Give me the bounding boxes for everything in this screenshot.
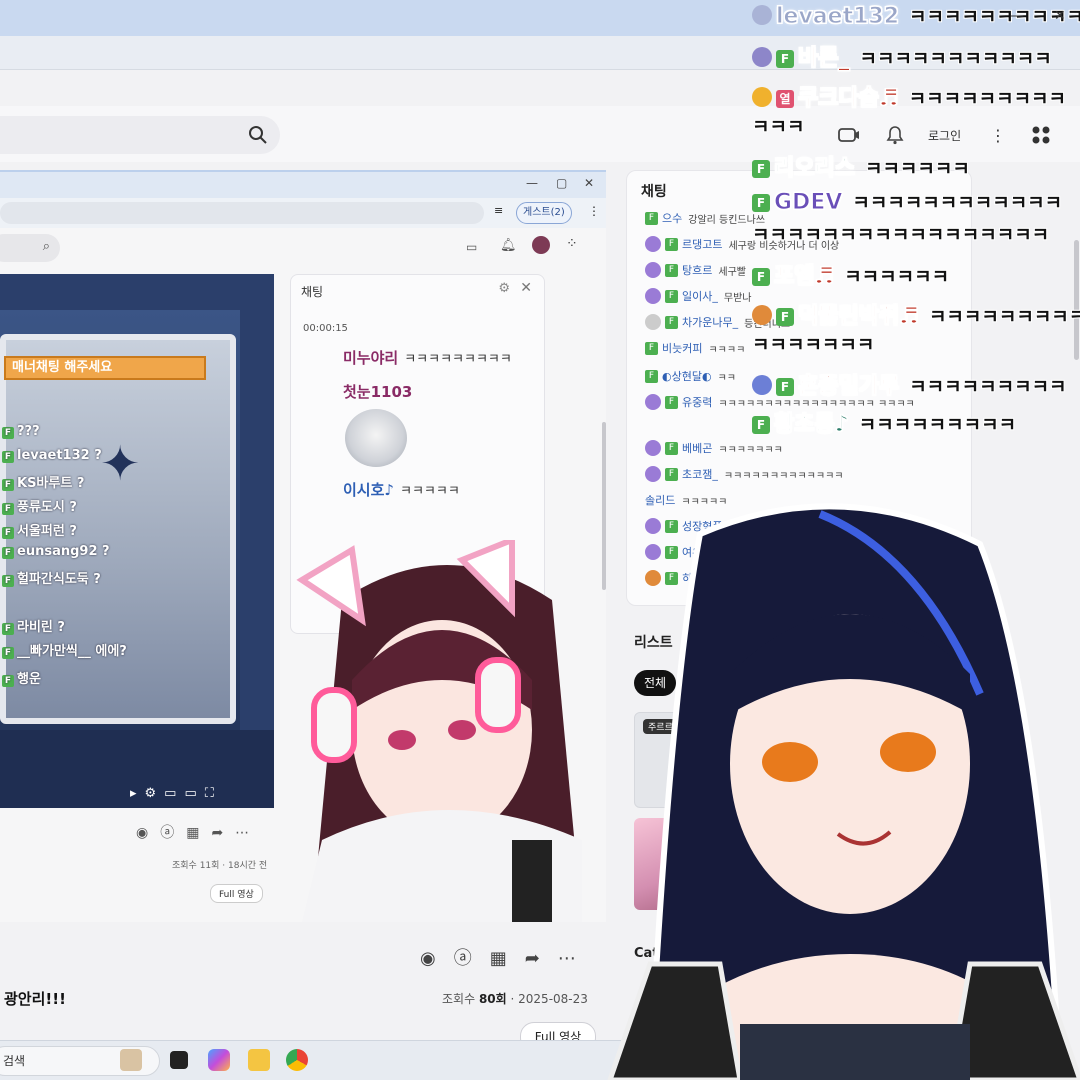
overlay-chat-line: F GDEV ㅋㅋㅋㅋㅋㅋㅋㅋㅋㅋㅋㅋ bbox=[752, 188, 1062, 216]
overlay-chat-line: 열 쿠크다슴♬ ㅋㅋㅋㅋㅋㅋㅋㅋㅋ bbox=[752, 80, 1066, 112]
chat-timestamp: 00:00:15 bbox=[303, 323, 348, 334]
video-chat-line: Flevaet132 ? bbox=[2, 448, 102, 463]
overlay-chat-continuation: ㅋㅋㅋ bbox=[752, 116, 805, 138]
chat-row[interactable]: F 탕흐르 세구빨 bbox=[645, 261, 746, 279]
chat-row[interactable]: F 베베곤 ㅋㅋㅋㅋㅋㅋㅋ bbox=[645, 439, 783, 457]
inner-chat-line: 미누야리 ㅋㅋㅋㅋㅋㅋㅋㅋㅋ bbox=[343, 349, 512, 367]
close-window-icon[interactable]: ✕ bbox=[1054, 8, 1066, 24]
taskbar-widget-icon[interactable] bbox=[120, 1049, 142, 1071]
video-title: 광안리!!! bbox=[4, 990, 66, 1008]
user-emote-icon bbox=[752, 87, 772, 107]
overlay-chat-line: F 리오리스 ㅋㅋㅋㅋㅋㅋ bbox=[752, 150, 970, 182]
vtuber-avatar-pink-headphones bbox=[296, 540, 582, 922]
video-chat-line: F 헐파간식도둑 ? bbox=[2, 568, 101, 587]
more-menu-icon[interactable]: ⋮ bbox=[990, 124, 1006, 146]
file-explorer-icon[interactable] bbox=[248, 1049, 270, 1071]
video-banner: 매너채팅 해주세요 bbox=[4, 356, 206, 380]
minimize-window-icon[interactable]: — bbox=[1010, 8, 1024, 24]
chat-emote-image bbox=[345, 409, 407, 467]
user-emote-icon bbox=[752, 47, 772, 67]
inner-url-field[interactable] bbox=[0, 202, 484, 224]
video-chat-line: Feunsang92 ? bbox=[2, 544, 110, 559]
maximize-icon[interactable]: ▢ bbox=[556, 176, 567, 190]
video-chat-line: F??? bbox=[2, 424, 40, 439]
chat-row[interactable]: F ◐상현달◐ ㅋㅋ bbox=[645, 367, 736, 385]
overlay-chat-line: F 혼종밀가루 ㅋㅋㅋㅋㅋㅋㅋㅋㅋ bbox=[752, 368, 1067, 400]
task-view-icon[interactable] bbox=[170, 1051, 188, 1069]
video-chat-line: F KS바루트 ? bbox=[2, 472, 84, 491]
video-chat-line: F 행운 bbox=[2, 668, 41, 687]
inner-more-icon[interactable]: ⋮ bbox=[588, 204, 600, 218]
apps-grid-icon[interactable] bbox=[1030, 124, 1052, 146]
video-action-icons[interactable]: ◉ⓐ▦➦⋯ bbox=[420, 944, 594, 970]
video-chat-line: F 서울퍼런 ? bbox=[2, 520, 77, 539]
overlay-chat-continuation: ㅋㅋㅋㅋㅋㅋㅋ bbox=[752, 334, 875, 356]
inner-chat-line: 첫눈1103 bbox=[343, 383, 413, 401]
inner-video-actions[interactable]: ◉ⓐ▦➦⋯ bbox=[136, 822, 261, 842]
minimize-icon[interactable]: — bbox=[526, 176, 538, 190]
overlay-chat-line: F 덕뚫린박쥐♬ ㅋㅋㅋㅋㅋㅋㅋㅋㅋ bbox=[752, 298, 1080, 330]
inner-full-video-button[interactable]: Full 영상 bbox=[210, 884, 263, 903]
guest-profile-button[interactable]: 게스트(2) bbox=[516, 202, 572, 224]
copilot-icon[interactable] bbox=[208, 1049, 230, 1071]
overlay-chat-line: F 황초롱♪ ㅋㅋㅋㅋㅋㅋㅋㅋㅋ bbox=[752, 406, 1016, 438]
stream-icon[interactable] bbox=[838, 124, 860, 146]
overlay-chat-line: F 포엠♬ ㅋㅋㅋㅋㅋㅋ bbox=[752, 258, 949, 290]
user-emote-icon bbox=[752, 305, 772, 325]
user-emote-icon bbox=[752, 375, 772, 395]
inner-chat-settings-icon[interactable]: ⚙ bbox=[498, 281, 510, 296]
video-chat-line: F 풍류도시 ? bbox=[2, 496, 77, 515]
chat-row[interactable]: F 일이사_ 무받나 bbox=[645, 287, 751, 305]
star-icon: ✦ bbox=[100, 436, 141, 492]
inner-address-bar: ≡ 게스트(2) ⋮ bbox=[0, 198, 606, 228]
inner-bell-icon[interactable]: 🔔︎ bbox=[500, 238, 517, 253]
chat-panel-title: 채팅 bbox=[641, 184, 667, 200]
vtuber-avatar-dark-hair bbox=[607, 503, 1080, 1080]
inner-views: 조회수 11회 · 18시간 전 bbox=[172, 861, 268, 871]
video-player[interactable]: 매너채팅 해주세요 ✦ F??? Flevaet132 ? F KS바루트 ? F… bbox=[0, 274, 274, 808]
bell-icon[interactable] bbox=[886, 124, 904, 146]
video-chat-line: F 라비린 ? bbox=[2, 616, 65, 635]
reading-list-icon[interactable]: ≡ bbox=[494, 204, 503, 217]
chat-row[interactable]: F 으수 강알리 등킨드나쓰 bbox=[645, 209, 765, 227]
video-stats: 조회수 80회 · 2025-08-23 bbox=[442, 992, 588, 1006]
chat-row[interactable]: F 초코잼_ ㅋㅋㅋㅋㅋㅋㅋㅋㅋㅋㅋㅋㅋ bbox=[645, 465, 843, 483]
search-icon[interactable] bbox=[248, 125, 268, 149]
overlay-chat-line: levaet132ㅋㅋㅋㅋㅋㅋㅋㅋㅋㅋㅋ bbox=[752, 2, 1080, 30]
inner-search-input[interactable]: ⌕ bbox=[0, 234, 60, 262]
user-emote-icon bbox=[752, 5, 772, 25]
inner-chat-close-icon[interactable]: ✕ bbox=[520, 280, 532, 296]
inner-search-icon[interactable]: ⌕ bbox=[43, 239, 50, 254]
overlay-chat-line: F 바른_ ㅋㅋㅋㅋㅋㅋㅋㅋㅋㅋㅋ bbox=[752, 40, 1052, 72]
overlay-chat-continuation: ㅋㅋㅋㅋㅋㅋㅋㅋㅋㅋㅋㅋㅋㅋㅋㅋㅋ bbox=[752, 224, 1050, 246]
close-window-icon[interactable]: ✕ bbox=[584, 176, 594, 190]
inner-avatar[interactable] bbox=[532, 236, 550, 254]
inner-chat-line: 이시호♪ ㅋㅋㅋㅋㅋ bbox=[343, 481, 460, 499]
inner-apps-icon[interactable]: ⁘ bbox=[566, 236, 578, 252]
login-button[interactable]: 로그인 bbox=[928, 124, 961, 146]
inner-titlebar: — ▢ ✕ bbox=[0, 172, 606, 198]
chrome-icon[interactable] bbox=[286, 1049, 308, 1071]
inner-stream-icon[interactable]: ▭ bbox=[466, 240, 477, 254]
chat-row[interactable]: F 비늣커피 ㅋㅋㅋㅋ bbox=[645, 339, 745, 357]
video-controls[interactable]: ▸⚙▭▭⛶ bbox=[130, 786, 222, 801]
inner-chat-title: 채팅 bbox=[301, 285, 324, 299]
video-chat-line: F __빠가만씩__ 에에? bbox=[2, 640, 127, 659]
search-input[interactable] bbox=[0, 116, 280, 154]
